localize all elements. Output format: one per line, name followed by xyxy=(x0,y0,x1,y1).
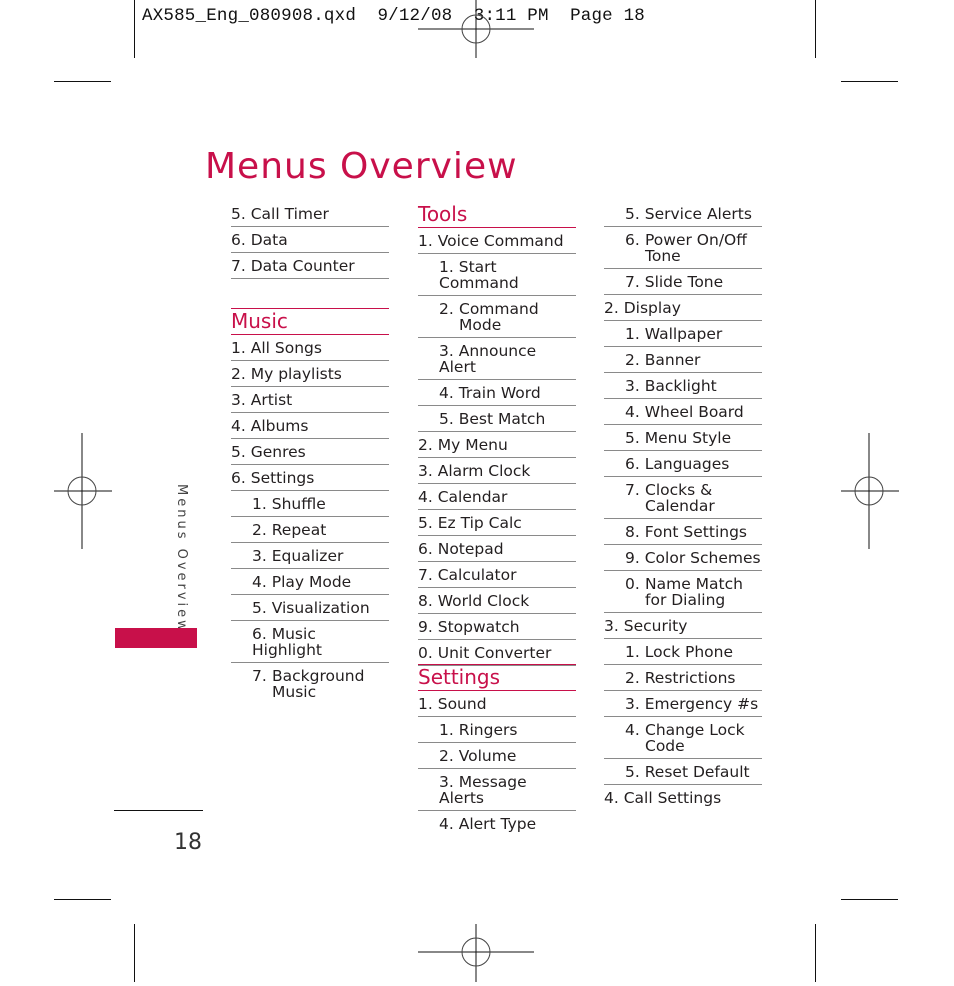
menu-subitem: 3. Emergency #s xyxy=(604,691,762,717)
menu-subitem: 4. Train Word xyxy=(418,380,576,406)
menu-subitem: 5. Best Match xyxy=(418,406,576,432)
menu-subitem: 9. Color Schemes xyxy=(604,545,762,571)
menu-subitem: 4. Wheel Board xyxy=(604,399,762,425)
crop-mark xyxy=(134,0,135,58)
menu-subitem: 3. Announce Alert xyxy=(418,338,576,380)
printer-slug-line: AX585_Eng_080908.qxd 9/12/08 3:11 PM Pag… xyxy=(142,6,645,26)
menu-item: 7. Calculator xyxy=(418,562,576,588)
menu-subitem: 8. Font Settings xyxy=(604,519,762,545)
menu-item: 5. Ez Tip Calc xyxy=(418,510,576,536)
menu-subitem: 0. Name Match for Dialing xyxy=(604,571,762,613)
menu-subitem: 4. Change Lock Code xyxy=(604,717,762,759)
menu-subitem: 2. Banner xyxy=(604,347,762,373)
menu-subitem: 7. Slide Tone xyxy=(604,269,762,295)
menu-subitem: 5. Reset Default xyxy=(604,759,762,785)
music-section: Music 1. All Songs 2. My playlists 3. Ar… xyxy=(231,308,389,704)
menu-subitem: 6. Power On/Off Tone xyxy=(604,227,762,269)
crop-mark xyxy=(815,924,816,982)
crop-mark xyxy=(815,0,816,58)
menu-item: 1. Voice Command xyxy=(418,228,576,254)
menu-item: 4. Calendar xyxy=(418,484,576,510)
crop-mark xyxy=(54,899,111,900)
crop-mark xyxy=(841,899,898,900)
menu-item: 4. Call Settings xyxy=(604,789,722,807)
menu-item: 1. All Songs xyxy=(231,335,389,361)
page-number: 18 xyxy=(174,830,202,855)
menu-item: 3. Security xyxy=(604,613,762,639)
footer-rule xyxy=(114,810,203,811)
tools-section: Tools 1. Voice Command 1. Start Command … xyxy=(418,202,576,666)
menu-subitem: 5. Visualization xyxy=(231,595,389,621)
registration-mark-top xyxy=(418,0,534,60)
crop-mark xyxy=(134,924,135,982)
menu-subitem: 6. Music Highlight xyxy=(231,621,389,663)
menu-subitem: 2. Command Mode xyxy=(418,296,576,338)
menu-subitem: 4. Alert Type xyxy=(439,815,537,833)
menu-subitem: 3. Equalizer xyxy=(231,543,389,569)
menu-item: 7. Data Counter xyxy=(231,253,389,279)
menu-subitem: 1. Start Command xyxy=(418,254,576,296)
registration-mark-right xyxy=(841,433,899,549)
menu-item: 3. Alarm Clock xyxy=(418,458,576,484)
menu-subitem: 5. Service Alerts xyxy=(604,201,762,227)
menu-subitem: 7. Background Music xyxy=(252,667,365,701)
section-heading-tools: Tools xyxy=(418,202,576,228)
registration-mark-left xyxy=(54,433,112,549)
menu-subitem: 1. Wallpaper xyxy=(604,321,762,347)
page-title: Menus Overview xyxy=(205,146,518,188)
side-section-label: Menus Overview xyxy=(174,484,189,634)
menu-item: 9. Stopwatch xyxy=(418,614,576,640)
menu-subitem: 2. Repeat xyxy=(231,517,389,543)
settings-section: Settings 1. Sound 1. Ringers 2. Volume 3… xyxy=(418,664,576,836)
menu-subitem: 5. Menu Style xyxy=(604,425,762,451)
section-heading-settings: Settings xyxy=(418,664,576,691)
menu-item: 6. Settings xyxy=(231,465,389,491)
menu-subitem: 1. Ringers xyxy=(418,717,576,743)
menu-item: 3. Artist xyxy=(231,387,389,413)
menu-subitem: 7. Clocks & Calendar xyxy=(604,477,762,519)
menu-subitem: 1. Lock Phone xyxy=(604,639,762,665)
section-tab-marker xyxy=(115,628,197,648)
menu-item: 4. Albums xyxy=(231,413,389,439)
menu-subitem: 3. Backlight xyxy=(604,373,762,399)
menu-item: 6. Notepad xyxy=(418,536,576,562)
menu-subitem: 3. Message Alerts xyxy=(418,769,576,811)
column-1: 5. Call Timer 6. Data 7. Data Counter xyxy=(231,201,389,279)
menu-item: 5. Genres xyxy=(231,439,389,465)
menu-item: 2. Display xyxy=(604,295,762,321)
menu-item: 0. Unit Converter xyxy=(418,640,576,666)
crop-mark xyxy=(54,81,111,82)
menu-item: 2. My playlists xyxy=(231,361,389,387)
menu-subitem: 1. Shuffle xyxy=(231,491,389,517)
menu-item: 8. World Clock xyxy=(418,588,576,614)
crop-mark xyxy=(841,81,898,82)
menu-item: 5. Call Timer xyxy=(231,201,389,227)
registration-mark-bottom xyxy=(418,924,534,982)
column-3: 5. Service Alerts 6. Power On/Off Tone 7.… xyxy=(604,201,762,810)
menu-subitem: 6. Languages xyxy=(604,451,762,477)
menu-subitem: 2. Volume xyxy=(418,743,576,769)
menu-item: 6. Data xyxy=(231,227,389,253)
section-heading-music: Music xyxy=(231,308,389,335)
menu-subitem: 2. Restrictions xyxy=(604,665,762,691)
menu-item: 2. My Menu xyxy=(418,432,576,458)
menu-item: 1. Sound xyxy=(418,691,576,717)
menu-subitem: 4. Play Mode xyxy=(231,569,389,595)
